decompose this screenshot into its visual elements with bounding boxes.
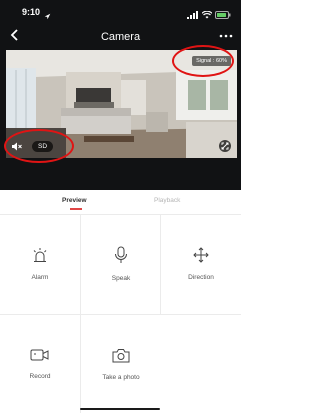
home-indicator (80, 408, 160, 410)
more-dots-icon[interactable] (219, 26, 233, 42)
wifi-icon (201, 6, 213, 24)
take-photo-label: Take a photo (102, 373, 140, 381)
page-title: Camera (100, 31, 141, 43)
controls-annotation-circle (4, 129, 74, 163)
camera-header-panel: 9:10 Camera Signal: 60% SD (0, 0, 241, 190)
video-record-icon (30, 348, 50, 367)
status-time: 9:10 (22, 7, 41, 17)
alarm-button[interactable]: Alarm (0, 216, 80, 312)
camera-icon (112, 348, 130, 368)
alarm-light-icon (31, 247, 49, 268)
direction-arrows-icon (193, 247, 209, 268)
record-button[interactable]: Record (0, 316, 80, 412)
direction-button[interactable]: Direction (161, 216, 241, 312)
fullscreen-icon[interactable] (219, 140, 231, 152)
signal-annotation-circle (172, 45, 234, 77)
tab-preview[interactable]: Preview (62, 197, 87, 204)
tab-playback[interactable]: Playback (154, 197, 180, 204)
speak-label: Speak (111, 275, 131, 282)
microphone-icon (113, 246, 129, 269)
battery-icon (215, 6, 231, 24)
direction-label: Direction (188, 274, 214, 281)
status-bar: 9:10 (0, 0, 241, 24)
signal-bars-icon (187, 6, 199, 24)
take-photo-button[interactable]: Take a photo (81, 316, 161, 412)
action-grid: Alarm Speak Direction Record Take a phot… (0, 214, 241, 413)
location-arrow-icon (44, 7, 51, 25)
speak-button[interactable]: Speak (81, 216, 161, 312)
active-tab-indicator (70, 208, 82, 210)
record-label: Record (29, 373, 51, 380)
tab-bar: Preview Playback (0, 192, 241, 214)
grid-divider (0, 314, 241, 315)
grid-divider (0, 214, 241, 215)
alarm-label: Alarm (31, 274, 49, 281)
